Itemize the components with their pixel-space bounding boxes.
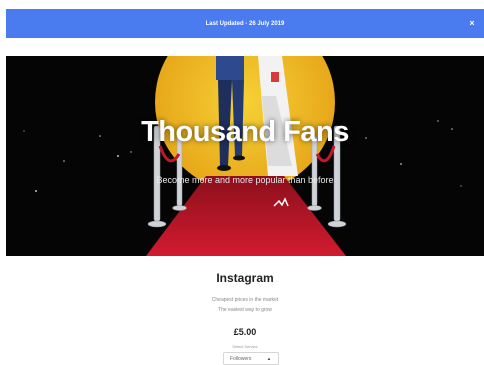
announcement-text: Last Updated - 26 July 2019 [205, 20, 285, 27]
service-select-value: Followers [230, 356, 252, 362]
price: £5.00 [233, 327, 257, 337]
tagline-1: Cheapest prices in the market [211, 297, 279, 303]
hero-banner: Thousand Fans Become more and more popul… [6, 56, 484, 256]
page: Last Updated - 26 July 2019 × Thousand F… [6, 0, 484, 365]
select-label: Select Service [232, 344, 258, 349]
hero-subtitle: Become more and more popular than before [156, 175, 334, 185]
hero-illustration [6, 56, 484, 256]
announcement-bar: Last Updated - 26 July 2019 × [6, 9, 484, 38]
product-title: Instagram [216, 271, 274, 285]
product-section: Instagram Cheapest prices in the market … [6, 256, 484, 365]
service-select[interactable]: Followers ▲ [223, 352, 279, 365]
hero-title: Thousand Fans [141, 116, 349, 148]
tagline-2: The easiest way to grow [218, 307, 272, 313]
caret-up-icon: ▲ [267, 356, 271, 361]
close-icon[interactable]: × [467, 18, 477, 28]
